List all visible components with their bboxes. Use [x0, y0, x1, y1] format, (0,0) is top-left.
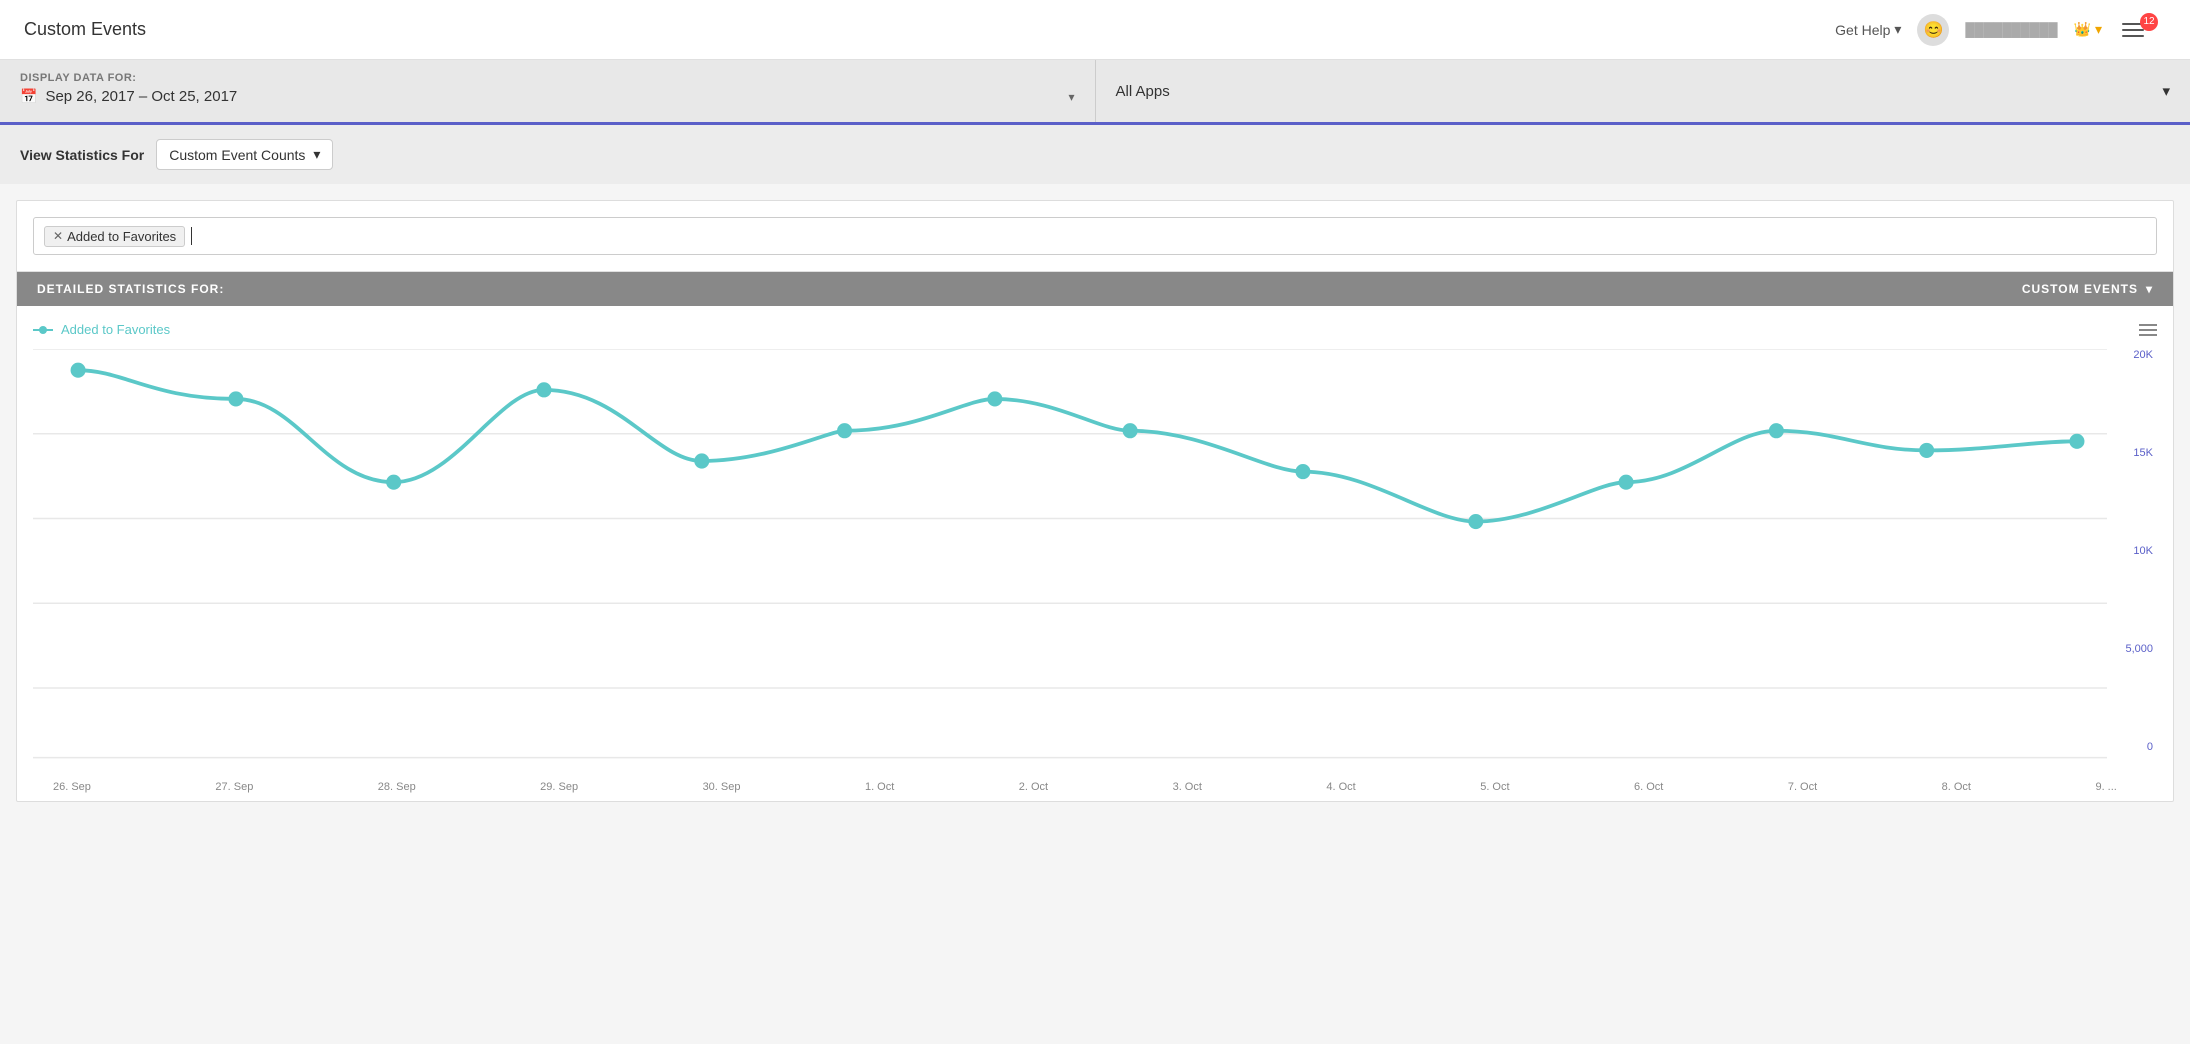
- chart-main: [33, 349, 2107, 773]
- chart-area: Added to Favorites: [17, 306, 2173, 801]
- header-actions: Get Help ▾ 😊 ██████████ 👑 ▾ 12: [1835, 14, 2166, 46]
- crown-dropdown[interactable]: 👑 ▾: [2074, 21, 2102, 38]
- calendar-icon: 📅: [20, 88, 37, 105]
- view-stats-label: View Statistics For: [20, 147, 144, 163]
- x-label-8oct: 8. Oct: [1942, 781, 1971, 793]
- chevron-down-icon: ▾: [1894, 21, 1901, 38]
- detailed-stats-header: DETAILED STATISTICS FOR: CUSTOM EVENTS ▾: [17, 272, 2173, 306]
- x-label-5oct: 5. Oct: [1480, 781, 1509, 793]
- apps-filter[interactable]: All Apps ▾: [1096, 60, 2190, 122]
- display-data-label: DISPLAY DATA FOR:: [20, 72, 1075, 84]
- tag-close-icon[interactable]: ✕: [53, 229, 63, 243]
- x-label-4oct: 4. Oct: [1326, 781, 1355, 793]
- legend-line-icon: [33, 329, 53, 331]
- y-axis-label-5000: 5,000: [2107, 643, 2153, 655]
- page-title: Custom Events: [24, 19, 146, 40]
- events-chevron-down-icon: ▾: [2146, 282, 2153, 296]
- legend-added-to-favorites[interactable]: Added to Favorites: [33, 322, 170, 337]
- line-chart: [33, 349, 2107, 773]
- notification-badge: 12: [2140, 13, 2158, 31]
- stats-chevron-down-icon: ▾: [313, 146, 320, 163]
- x-label-2oct: 2. Oct: [1019, 781, 1048, 793]
- x-label-30sep: 30. Sep: [703, 781, 741, 793]
- menu-wrap: 12: [2118, 19, 2166, 41]
- tag-input-area: ✕ Added to Favorites: [17, 201, 2173, 272]
- x-label-28sep: 28. Sep: [378, 781, 416, 793]
- crown-chevron-icon: ▾: [2095, 21, 2102, 38]
- date-range-value: 📅 Sep 26, 2017 – Oct 25, 2017 ▾: [20, 88, 1075, 105]
- text-cursor: [191, 227, 192, 245]
- x-label-29sep: 29. Sep: [540, 781, 578, 793]
- y-axis-label-10k: 10K: [2107, 545, 2153, 557]
- date-filter[interactable]: DISPLAY DATA FOR: 📅 Sep 26, 2017 – Oct 2…: [0, 60, 1096, 122]
- stats-type-dropdown[interactable]: Custom Event Counts ▾: [156, 139, 333, 170]
- get-help-button[interactable]: Get Help ▾: [1835, 21, 1901, 38]
- x-label-9oct: 9. ...: [2095, 781, 2116, 793]
- chart-legend: Added to Favorites: [33, 322, 2157, 337]
- y-axis: 20K 15K 10K 5,000 0: [2107, 349, 2157, 773]
- chart-container: 20K 15K 10K 5,000 0: [33, 349, 2157, 773]
- x-label-26sep: 26. Sep: [53, 781, 91, 793]
- x-label-7oct: 7. Oct: [1788, 781, 1817, 793]
- event-search-input[interactable]: ✕ Added to Favorites: [33, 217, 2157, 255]
- crown-icon: 👑: [2074, 21, 2091, 38]
- tag-added-to-favorites: ✕ Added to Favorites: [44, 226, 185, 247]
- username-label: ██████████: [1965, 22, 2057, 37]
- chart-options-button[interactable]: [2139, 324, 2157, 336]
- y-axis-label-20k: 20K: [2107, 349, 2153, 361]
- x-label-27sep: 27. Sep: [215, 781, 253, 793]
- main-content: ✕ Added to Favorites DETAILED STATISTICS…: [16, 200, 2174, 802]
- x-label-3oct: 3. Oct: [1173, 781, 1202, 793]
- apps-chevron-down-icon: ▾: [2162, 82, 2170, 100]
- x-label-1oct: 1. Oct: [865, 781, 894, 793]
- header: Custom Events Get Help ▾ 😊 ██████████ 👑 …: [0, 0, 2190, 60]
- y-axis-label-0: 0: [2107, 741, 2153, 753]
- filter-bar: DISPLAY DATA FOR: 📅 Sep 26, 2017 – Oct 2…: [0, 60, 2190, 125]
- date-chevron-down-icon: ▾: [1068, 90, 1074, 104]
- detailed-stats-label: DETAILED STATISTICS FOR:: [37, 282, 224, 296]
- y-axis-label-15k: 15K: [2107, 447, 2153, 459]
- x-axis-labels: 26. Sep 27. Sep 28. Sep 29. Sep 30. Sep …: [33, 773, 2157, 801]
- x-label-6oct: 6. Oct: [1634, 781, 1663, 793]
- view-stats-bar: View Statistics For Custom Event Counts …: [0, 125, 2190, 184]
- avatar[interactable]: 😊: [1917, 14, 1949, 46]
- custom-events-dropdown[interactable]: CUSTOM EVENTS ▾: [2022, 282, 2153, 296]
